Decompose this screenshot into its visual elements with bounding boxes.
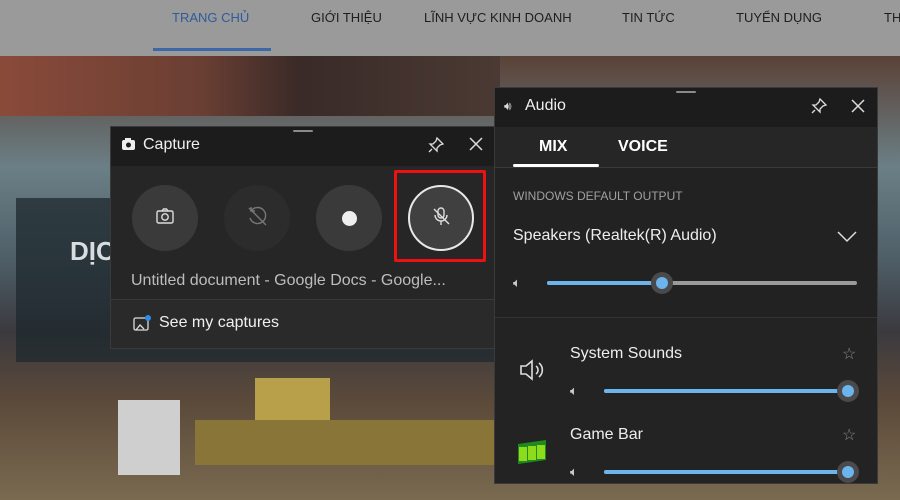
see-captures-label: See my captures [159, 314, 280, 331]
audio-widget: 🔊︎ Audio MIX VOICE WINDOWS DEFAULT OUTPU… [494, 87, 878, 484]
audio-titlebar[interactable]: 🔊︎ Audio [495, 88, 877, 127]
slider-thumb[interactable] [837, 461, 859, 483]
nav-about[interactable]: GIỚI THIỆU [311, 10, 382, 25]
camera-icon [121, 137, 136, 155]
hero-heading: DỊC [70, 236, 115, 266]
site-nav: TRANG CHỦ GIỚI THIỆU LĨNH VỰC KINH DOANH… [0, 0, 900, 56]
game-bar-volume-slider[interactable] [604, 461, 859, 483]
nav-business[interactable]: LĨNH VỰC KINH DOANH [424, 10, 572, 25]
capture-titlebar[interactable]: Capture [111, 127, 494, 166]
start-recording-button[interactable] [316, 185, 382, 251]
tab-voice[interactable]: VOICE [618, 138, 668, 156]
pin-icon[interactable] [810, 97, 828, 119]
volume-icon[interactable]: 🔈︎ [570, 383, 578, 399]
speaker-icon: 🔊︎ [504, 99, 512, 113]
system-sounds-volume-slider[interactable] [604, 380, 859, 402]
record-dot-icon [341, 210, 357, 226]
output-device: Speakers (Realtek(R) Audio) [513, 227, 717, 244]
volume-icon[interactable]: 🔈︎ [570, 464, 578, 480]
audio-title: Audio [525, 97, 566, 114]
drag-handle[interactable] [292, 130, 313, 132]
nav-careers[interactable]: TUYỂN DỤNG [736, 10, 822, 25]
slider-thumb[interactable] [837, 380, 859, 402]
hero-crane [0, 56, 500, 116]
nav-home[interactable]: TRANG CHỦ [172, 10, 249, 25]
slider-fill [604, 470, 848, 474]
pin-icon[interactable] [427, 136, 445, 158]
star-icon[interactable]: ☆ [842, 344, 856, 364]
capture-widget: Capture Untitled document - Google Docs … [110, 126, 495, 349]
screenshot-button[interactable] [132, 185, 198, 251]
drag-handle[interactable] [676, 91, 696, 93]
speaker-icon [519, 358, 547, 387]
nav-active-underline [153, 48, 271, 51]
slider-fill [547, 281, 662, 285]
replay-disabled-icon [246, 205, 268, 232]
master-volume-slider[interactable] [547, 272, 857, 294]
slider-fill [604, 389, 848, 393]
close-icon[interactable] [468, 136, 484, 156]
record-last-30s-button[interactable] [224, 185, 290, 251]
app-name: Game Bar [570, 426, 643, 443]
close-icon[interactable] [850, 98, 866, 118]
chevron-down-icon [837, 230, 857, 248]
hero-truck-cab [118, 400, 180, 475]
capture-title: Capture [143, 136, 200, 153]
nav-news[interactable]: TIN TỨC [622, 10, 675, 25]
volume-icon[interactable]: 🔈︎ [513, 275, 521, 291]
camera-icon [155, 207, 175, 230]
app-list [495, 318, 877, 483]
game-bar-icon [516, 438, 548, 471]
see-captures-link[interactable]: See my captures [111, 300, 494, 348]
highlight-box [394, 170, 486, 262]
divider [495, 167, 877, 168]
star-icon[interactable]: ☆ [842, 425, 856, 445]
gallery-icon [132, 314, 152, 339]
output-heading: WINDOWS DEFAULT OUTPUT [513, 189, 683, 203]
capture-source: Untitled document - Google Docs - Google… [131, 272, 446, 289]
tab-mix[interactable]: MIX [539, 138, 567, 156]
app-name: System Sounds [570, 345, 683, 362]
nav-more[interactable]: TH [884, 10, 900, 25]
slider-thumb[interactable] [650, 272, 673, 294]
hero-trailer [195, 420, 495, 465]
